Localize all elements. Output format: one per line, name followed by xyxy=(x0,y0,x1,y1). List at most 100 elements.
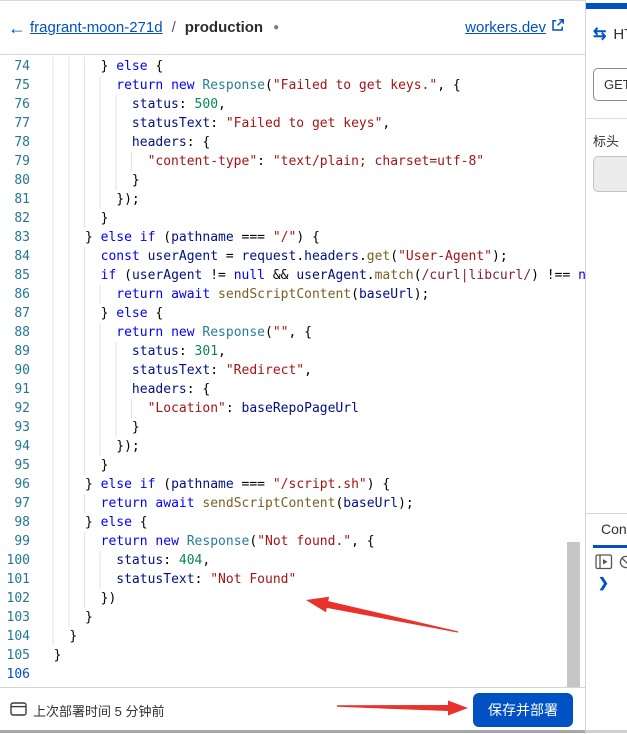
line-number: 74 xyxy=(14,59,30,74)
console-prompt-icon: ❯ xyxy=(598,575,609,590)
code-line: 98 } else { xyxy=(0,513,585,532)
code-line-text: }); xyxy=(38,190,140,209)
line-number: 75 xyxy=(14,78,30,93)
code-line-text: "content-type": "text/plain; charset=utf… xyxy=(38,152,484,171)
code-line-text: } xyxy=(38,209,108,228)
code-line: 86 return await sendScriptContent(baseUr… xyxy=(0,285,585,304)
code-line: 78 headers: { xyxy=(0,133,585,152)
status-dot-icon: ● xyxy=(273,22,280,33)
code-line: 100 status: 404, xyxy=(0,551,585,570)
deploy-footer: 上次部署时间 5 分钟前 保存并部署 xyxy=(0,687,585,730)
code-line-text: headers: { xyxy=(38,380,210,399)
header: ← fragrant-moon-271d / production ● work… xyxy=(0,1,585,55)
line-number: 81 xyxy=(14,192,30,207)
line-number: 89 xyxy=(14,344,30,359)
code-line-text: statusText: "Not Found" xyxy=(38,570,296,589)
code-line-text: const userAgent = request.headers.get("U… xyxy=(38,247,508,266)
headers-input[interactable] xyxy=(593,156,627,192)
code-line-text: return await sendScriptContent(baseUrl); xyxy=(38,285,429,304)
code-line-text: statusText: "Failed to get keys", xyxy=(38,114,390,133)
code-line-text: statusText: "Redirect", xyxy=(38,361,312,380)
line-number: 80 xyxy=(14,173,30,188)
line-number: 95 xyxy=(14,458,30,473)
method-value: GET xyxy=(604,77,627,92)
code-line: 84 const userAgent = request.headers.get… xyxy=(0,247,585,266)
code-line: 102 }) xyxy=(0,589,585,608)
code-line-text: } else { xyxy=(38,57,163,76)
workers-dev-link[interactable]: workers.dev xyxy=(465,19,546,36)
code-line: 105 } xyxy=(0,646,585,665)
code-line-text: }); xyxy=(38,437,140,456)
line-number: 98 xyxy=(14,515,30,530)
bottom-divider xyxy=(0,730,627,733)
line-number-active: 106 xyxy=(6,667,30,682)
code-line-text: } xyxy=(38,171,140,190)
line-number: 78 xyxy=(14,135,30,150)
line-number: 82 xyxy=(14,211,30,226)
code-line-text: status: 500, xyxy=(38,95,226,114)
code-line: 81 }); xyxy=(0,190,585,209)
line-number: 83 xyxy=(14,230,30,245)
code-line-text: status: 404, xyxy=(38,551,210,570)
active-tab-accent-bar xyxy=(586,3,627,9)
line-number: 102 xyxy=(6,591,30,606)
tab-http[interactable]: ⇆ HTTP xyxy=(593,24,627,44)
code-line: 88 return new Response("", { xyxy=(0,323,585,342)
line-number: 88 xyxy=(14,325,30,340)
code-line: 89 status: 301, xyxy=(0,342,585,361)
code-line: 77 statusText: "Failed to get keys", xyxy=(0,114,585,133)
code-line: 76 status: 500, xyxy=(0,95,585,114)
save-and-deploy-button[interactable]: 保存并部署 xyxy=(473,693,573,727)
external-link-icon[interactable] xyxy=(551,18,565,37)
line-number: 93 xyxy=(14,420,30,435)
code-line: 85 if (userAgent != null && userAgent.ma… xyxy=(0,266,585,285)
code-line: 103 } xyxy=(0,608,585,627)
workers-dev-group: workers.dev xyxy=(465,18,565,37)
code-line: 91 headers: { xyxy=(0,380,585,399)
vertical-scrollbar[interactable] xyxy=(567,542,580,687)
environment-label: production xyxy=(184,19,264,36)
swap-arrows-icon: ⇆ xyxy=(593,26,607,43)
code-line-text: "Location": baseRepoPageUrl xyxy=(38,399,359,418)
code-line-text: } xyxy=(38,608,93,627)
code-line-text: if (userAgent != null && userAgent.match… xyxy=(38,266,585,285)
code-line: 92 "Location": baseRepoPageUrl xyxy=(0,399,585,418)
clear-console-icon[interactable] xyxy=(619,555,627,574)
line-number: 99 xyxy=(14,534,30,549)
code-line-text: status: 301, xyxy=(38,342,226,361)
breadcrumb: ← fragrant-moon-271d / production ● xyxy=(8,19,279,37)
code-editor[interactable]: 74 } else {75 return new Response("Faile… xyxy=(0,55,585,687)
run-console-icon[interactable] xyxy=(595,554,613,575)
code-line-text: } else { xyxy=(38,513,148,532)
code-line: 87 } else { xyxy=(0,304,585,323)
code-line-text: return new Response("", { xyxy=(38,323,312,342)
line-number: 76 xyxy=(14,97,30,112)
code-line: 82 } xyxy=(0,209,585,228)
code-line-text: } else if (pathname === "/script.sh") { xyxy=(38,475,390,494)
line-number: 87 xyxy=(14,306,30,321)
console-tab-underline xyxy=(593,545,627,548)
line-number: 104 xyxy=(6,629,30,644)
code-line: 75 return new Response("Failed to get ke… xyxy=(0,76,585,95)
last-deploy-time: 上次部署时间 5 分钟前 xyxy=(33,704,165,719)
line-number: 103 xyxy=(6,610,30,625)
worker-name-link[interactable]: fragrant-moon-271d xyxy=(30,19,163,36)
tab-console[interactable]: Console xyxy=(601,521,627,537)
code-line-text: } xyxy=(38,627,77,646)
code-line-text: return new Response("Not found.", { xyxy=(38,532,375,551)
line-number: 92 xyxy=(14,401,30,416)
code-line: 80 } xyxy=(0,171,585,190)
bottom-divider-right xyxy=(585,730,627,733)
line-number: 77 xyxy=(14,116,30,131)
line-number: 86 xyxy=(14,287,30,302)
line-number: 94 xyxy=(14,439,30,454)
code-line: 99 return new Response("Not found.", { xyxy=(0,532,585,551)
line-number: 96 xyxy=(14,477,30,492)
method-dropdown[interactable]: GET xyxy=(593,68,627,101)
http-test-panel: ⇆ HTTP GET 标头 Console ❯ xyxy=(585,0,627,734)
back-arrow-icon[interactable]: ← xyxy=(8,19,26,37)
code-line: 104 } xyxy=(0,627,585,646)
line-number: 101 xyxy=(6,572,30,587)
line-number: 85 xyxy=(14,268,30,283)
code-line: 101 statusText: "Not Found" xyxy=(0,570,585,589)
